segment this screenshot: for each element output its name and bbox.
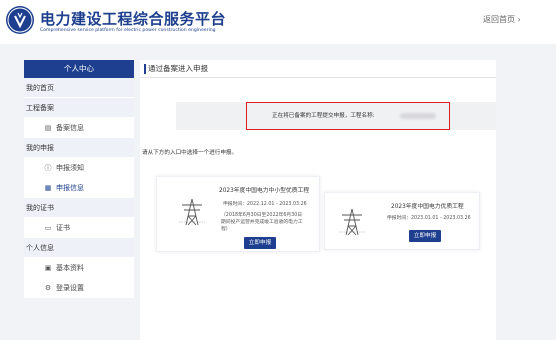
info-icon: ⓘ	[44, 164, 52, 172]
document-icon: ▤	[44, 124, 52, 132]
power-tower-icon	[339, 208, 365, 236]
sidebar-heading: 个人中心	[24, 60, 134, 78]
sidebar-item-label: 基本资料	[56, 264, 84, 272]
sidebar-item-login-settings[interactable]: ⚙ 登录设置	[24, 278, 134, 298]
notice-bar: 正在将已备案的工程提交申报，工程名称:	[176, 102, 496, 130]
list-icon: ▦	[44, 184, 52, 192]
power-tower-icon	[179, 198, 205, 226]
award-card: 2023年度中国电力中小型优质工程 申报时间：2022.12.01 - 2023…	[156, 176, 320, 252]
main-panel: 通过备案进入申报 正在将已备案的工程提交申报，工程名称: 请从下方的入口中选择一…	[140, 60, 496, 340]
sidebar-item-application-notice[interactable]: ⓘ 申报须知	[24, 158, 134, 178]
notice-text: 正在将已备案的工程提交申报，工程名称:	[272, 113, 375, 119]
sidebar-item-label: 申报须知	[56, 164, 84, 172]
back-home-link[interactable]: 返回首页 ›	[483, 14, 521, 25]
eligibility-note: （2018年6月30日至2022年6月30日期间投产运营并完成竣工验收的电力工程…	[221, 213, 303, 232]
apply-now-button[interactable]: 立即申报	[244, 237, 276, 249]
sidebar-item-label: 证书	[56, 224, 70, 232]
instruction-text: 请从下方的入口中选择一个进行申报。	[142, 150, 238, 156]
sidebar-item-filing-info[interactable]: ▤ 备案信息	[24, 118, 134, 138]
gear-icon: ⚙	[44, 284, 52, 292]
sidebar-item-certificate[interactable]: ▭ 证书	[24, 218, 134, 238]
sidebar-item-my-home[interactable]: 我的首页	[24, 78, 134, 98]
sidebar-item-label: 登录设置	[56, 284, 84, 292]
sidebar-group-project-filing[interactable]: 工程备案	[24, 98, 134, 118]
award-card: 2023年度中国电力优质工程 申报时间：2023.01.01 - 2023.03…	[324, 192, 480, 250]
platform-title: 电力建设工程综合服务平台	[40, 10, 227, 28]
sidebar-group-my-application[interactable]: 我的申报	[24, 138, 134, 158]
sidebar-group-my-certificates[interactable]: 我的证书	[24, 198, 134, 218]
award-title: 2023年度中国电力中小型优质工程	[219, 188, 310, 194]
sidebar-item-application-info[interactable]: ▦ 申报信息	[24, 178, 134, 198]
award-title: 2023年度中国电力优质工程	[391, 204, 464, 210]
sidebar-item-label: 申报信息	[56, 184, 84, 192]
page-title: 通过备案进入申报	[140, 60, 496, 78]
application-period: 申报时间：2022.12.01 - 2023.03.26	[223, 202, 307, 207]
apply-now-button[interactable]: 立即申报	[409, 230, 441, 242]
sidebar: 个人中心 我的首页 工程备案 ▤ 备案信息 我的申报 ⓘ 申报须知 ▦ 申报信息 我的…	[24, 60, 134, 298]
blurred-project-name	[400, 113, 436, 119]
sidebar-item-basic-profile[interactable]: ▣ 基本资料	[24, 258, 134, 278]
sidebar-group-personal-info[interactable]: 个人信息	[24, 238, 134, 258]
platform-subtitle: Comprehensive service platform for elect…	[40, 28, 216, 33]
top-header: 电力建设工程综合服务平台 Comprehensive service platf…	[0, 0, 556, 44]
sidebar-item-label: 备案信息	[56, 124, 84, 132]
profile-icon: ▣	[44, 264, 52, 272]
certificate-icon: ▭	[44, 224, 52, 232]
application-period: 申报时间：2023.01.01 - 2023.03.26	[387, 216, 471, 221]
platform-logo-icon	[6, 6, 34, 34]
